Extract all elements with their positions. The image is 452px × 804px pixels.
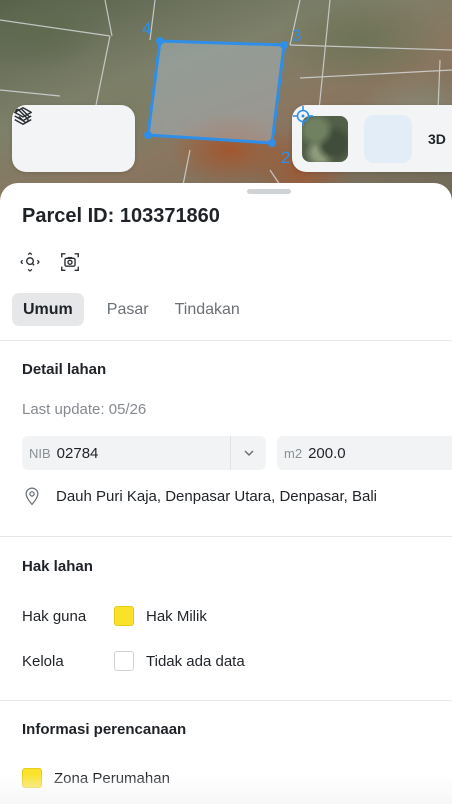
parcel-sheet: Parcel ID: 103371860 Umum Pasar Tindakan… bbox=[0, 183, 452, 804]
color-swatch bbox=[114, 651, 134, 671]
nib-prefix: NIB bbox=[29, 445, 51, 461]
detail-heading: Detail lahan bbox=[22, 361, 107, 378]
crosshair-icon bbox=[292, 105, 314, 127]
screenshot-icon bbox=[61, 253, 79, 271]
map-view[interactable]: 4 3 2 3D bbox=[0, 0, 452, 200]
layers-button[interactable] bbox=[14, 107, 72, 161]
tab-bar: Umum Pasar Tindakan bbox=[12, 293, 251, 326]
bottom-fade bbox=[0, 774, 452, 804]
measure-button[interactable] bbox=[15, 108, 119, 161]
rights-value: Tidak ada data bbox=[146, 652, 245, 670]
sheet-drag-handle[interactable] bbox=[247, 189, 291, 194]
tab-umum[interactable]: Umum bbox=[12, 293, 84, 326]
zoom-to-parcel-button[interactable] bbox=[19, 251, 41, 273]
map-view-panel: 3D bbox=[292, 105, 452, 172]
location-pin-icon bbox=[25, 487, 39, 506]
parcel-title: Parcel ID: 103371860 bbox=[22, 205, 220, 227]
tab-pasar[interactable]: Pasar bbox=[96, 293, 160, 326]
color-swatch bbox=[114, 606, 134, 626]
address-text: Dauh Puri Kaja, Denpasar Utara, Denpasar… bbox=[56, 487, 378, 505]
address-row: Dauh Puri Kaja, Denpasar Utara, Denpasar… bbox=[22, 486, 377, 506]
tab-tindakan[interactable]: Tindakan bbox=[164, 293, 251, 326]
quick-actions bbox=[19, 251, 81, 273]
measure-link-icon bbox=[15, 108, 31, 123]
rights-key: Hak guna bbox=[22, 607, 87, 625]
nib-field[interactable]: NIB 02784 bbox=[22, 436, 266, 470]
nib-dropdown-button[interactable] bbox=[230, 436, 266, 470]
nib-value: 02784 bbox=[56, 444, 99, 462]
chevron-down-icon bbox=[243, 450, 254, 457]
rights-row-hak-guna: Hak guna Hak Milik bbox=[22, 606, 207, 626]
rights-key: Kelola bbox=[22, 652, 64, 670]
zoom-to-parcel-icon bbox=[20, 252, 40, 272]
divider bbox=[0, 536, 452, 537]
last-update-text: Last update: 05/26 bbox=[22, 401, 147, 418]
planning-heading: Informasi perencanaan bbox=[22, 721, 187, 738]
locate-button[interactable] bbox=[292, 105, 412, 163]
vertex-label-3: 3 bbox=[292, 26, 302, 45]
rights-heading: Hak lahan bbox=[22, 558, 93, 575]
area-unit: m2 bbox=[284, 445, 303, 461]
map-tools-panel bbox=[12, 105, 135, 172]
area-field[interactable]: m2 200.0 bbox=[277, 436, 452, 470]
divider bbox=[0, 700, 452, 701]
vertex-label-2: 2 bbox=[281, 148, 291, 167]
area-value: 200.0 bbox=[308, 444, 346, 462]
screenshot-button[interactable] bbox=[59, 251, 81, 273]
3d-toggle[interactable]: 3D bbox=[428, 131, 446, 147]
selected-parcel[interactable] bbox=[144, 37, 288, 147]
rights-row-kelola: Kelola Tidak ada data bbox=[22, 651, 245, 671]
vertex-label-4: 4 bbox=[142, 19, 152, 38]
divider bbox=[0, 340, 452, 341]
rights-value: Hak Milik bbox=[146, 607, 207, 625]
